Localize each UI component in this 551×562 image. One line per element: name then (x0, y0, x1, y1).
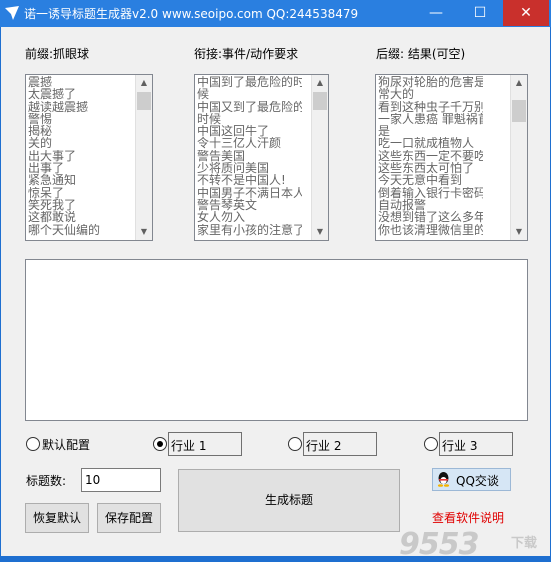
list-item[interactable]: 你也该清理微信里的死 (378, 224, 483, 236)
connector-label: 衔接:事件/动作要求 (194, 47, 299, 61)
suffix-list: 狗尿对轮胎的危害是非常大的看到这种虫子千万别打一家人患癌 罪魁祸首是吃一口就成植… (376, 75, 485, 237)
view-manual-link[interactable]: 查看软件说明 (432, 509, 504, 526)
list-item[interactable]: 这些东西太可怕了 (378, 162, 483, 174)
list-item[interactable]: 家里有小孩的注意了 (197, 224, 302, 236)
qq-chat-button[interactable]: QQ交谈 (432, 468, 511, 491)
prefix-list: 震撼 太震撼了 越读越震撼 警惕 揭秘 关的 出大事了 出事了 紧急通知 惊呆了 笑死我了 这都敢说哪… (26, 75, 135, 237)
minimize-button[interactable]: — (414, 0, 458, 26)
title-count-label: 标题数: (26, 474, 67, 488)
list-item[interactable]: 出大事了 (28, 150, 133, 162)
scroll-up-icon[interactable]: ▲ (312, 75, 328, 91)
connector-listbox[interactable]: 中国到了最危险的时候中国又到了最危险的 时候 中国这回牛了 令十三亿人汗颜 警告美国 少将… (194, 74, 329, 241)
list-item[interactable]: 震撼 (28, 76, 133, 88)
list-item[interactable]: 关的 (28, 137, 133, 149)
list-item[interactable]: 这都敢说 (28, 211, 133, 223)
list-item[interactable]: 一家人患癌 罪魁祸首 (378, 113, 483, 125)
industry1-box[interactable]: 行业 1 (168, 432, 242, 456)
default-config-radio[interactable] (26, 437, 40, 451)
list-item[interactable]: 常大的 (378, 88, 483, 100)
industry1-radio[interactable] (153, 437, 167, 451)
generate-titles-button[interactable]: 生成标题 (178, 469, 400, 532)
scroll-thumb[interactable] (512, 100, 526, 122)
list-item[interactable]: 警告美国 (197, 150, 302, 162)
list-item[interactable]: 笑死我了 (28, 199, 133, 211)
list-item[interactable]: 揭秘 (28, 125, 133, 137)
window-title: 诺一诱导标题生成器v2.0 www.seoipo.com QQ:24453847… (24, 7, 359, 21)
app-icon (5, 6, 19, 20)
list-item[interactable]: 紧急通知 (28, 174, 133, 186)
list-item[interactable]: 太震撼了 (28, 88, 133, 100)
industry2-label: 行业 2 (306, 439, 342, 453)
scroll-down-icon[interactable]: ▼ (511, 224, 527, 240)
list-item[interactable]: 今天无意中看到 (378, 174, 483, 186)
list-item[interactable]: 哪个天仙编的 (28, 224, 133, 236)
prefix-label: 前缀:抓眼球 (25, 47, 90, 61)
scroll-down-icon[interactable]: ▼ (312, 224, 328, 240)
list-item[interactable]: 不转不是中国人! (197, 174, 302, 186)
list-item[interactable]: 出事了 (28, 162, 133, 174)
list-item[interactable]: 候 (197, 88, 302, 100)
list-item[interactable]: 警惕 (28, 113, 133, 125)
list-item[interactable]: 吃一口就成植物人 (378, 137, 483, 149)
close-button[interactable]: ✕ (503, 0, 549, 26)
scroll-down-icon[interactable]: ▼ (136, 224, 152, 240)
main-window: 前缀:抓眼球 衔接:事件/动作要求 后缀: 结果(可空) 震撼 太震撼了 越读越震撼… (1, 27, 550, 562)
list-item[interactable]: 惊呆了 (28, 187, 133, 199)
list-item[interactable]: 女人勿入 (197, 211, 302, 223)
list-item[interactable]: 这些东西一定不要吃 (378, 150, 483, 162)
list-item[interactable]: 中国男子不满日本人 (197, 187, 302, 199)
prefix-scrollbar[interactable]: ▲ ▼ (135, 75, 152, 240)
output-textarea[interactable] (25, 259, 528, 421)
industry3-radio[interactable] (424, 437, 438, 451)
qq-chat-label: QQ交谈 (456, 474, 499, 488)
industry3-label: 行业 3 (442, 439, 478, 453)
list-item[interactable]: 中国又到了最危险的 (197, 101, 302, 113)
list-item[interactable]: 看到这种虫子千万别打 (378, 101, 483, 113)
qq-penguin-icon (437, 472, 450, 487)
list-item[interactable]: 自动报警 (378, 199, 483, 211)
list-item[interactable]: 中国这回牛了 (197, 125, 302, 137)
prefix-listbox[interactable]: 震撼 太震撼了 越读越震撼 警惕 揭秘 关的 出大事了 出事了 紧急通知 惊呆了 笑死我了 这都敢说哪… (25, 74, 153, 241)
title-count-input[interactable]: 10 (81, 468, 161, 492)
list-item[interactable]: 狗尿对轮胎的危害是非 (378, 76, 483, 88)
connector-scrollbar[interactable]: ▲ ▼ (311, 75, 328, 240)
list-item[interactable]: 时候 (197, 113, 302, 125)
industry1-label: 行业 1 (171, 439, 207, 453)
default-config-label[interactable]: 默认配置 (42, 436, 90, 453)
scroll-up-icon[interactable]: ▲ (136, 75, 152, 91)
title-count-value: 10 (85, 473, 101, 487)
restore-default-button[interactable]: 恢复默认 (25, 503, 89, 533)
suffix-listbox[interactable]: 狗尿对轮胎的危害是非常大的看到这种虫子千万别打一家人患癌 罪魁祸首是吃一口就成植… (375, 74, 528, 241)
industry3-box[interactable]: 行业 3 (439, 432, 513, 456)
suffix-scrollbar[interactable]: ▲ ▼ (510, 75, 527, 240)
connector-list: 中国到了最危险的时候中国又到了最危险的 时候 中国这回牛了 令十三亿人汗颜 警告美国 少将… (195, 75, 304, 237)
industry2-radio[interactable] (288, 437, 302, 451)
suffix-label: 后缀: 结果(可空) (376, 47, 466, 61)
industry2-box[interactable]: 行业 2 (303, 432, 377, 456)
list-item[interactable]: 中国到了最危险的时 (197, 76, 302, 88)
list-item[interactable]: 是 (378, 125, 483, 137)
radio-selected-dot (157, 441, 163, 447)
list-item[interactable]: 警告琴英文 (197, 199, 302, 211)
maximize-button[interactable]: ☐ (458, 0, 502, 26)
list-item[interactable]: 倒着输入银行卡密码能 (378, 187, 483, 199)
list-item[interactable]: 没想到错了这么多年 (378, 211, 483, 223)
scroll-thumb[interactable] (137, 92, 151, 110)
title-bar: 诺一诱导标题生成器v2.0 www.seoipo.com QQ:24453847… (0, 0, 551, 27)
scroll-thumb[interactable] (313, 92, 327, 110)
watermark-sub: 下载 (511, 536, 538, 551)
list-item[interactable]: 少将质问美国 (197, 162, 302, 174)
scroll-up-icon[interactable]: ▲ (511, 75, 527, 91)
list-item[interactable]: 令十三亿人汗颜 (197, 137, 302, 149)
save-config-button[interactable]: 保存配置 (97, 503, 161, 533)
list-item[interactable]: 越读越震撼 (28, 101, 133, 113)
